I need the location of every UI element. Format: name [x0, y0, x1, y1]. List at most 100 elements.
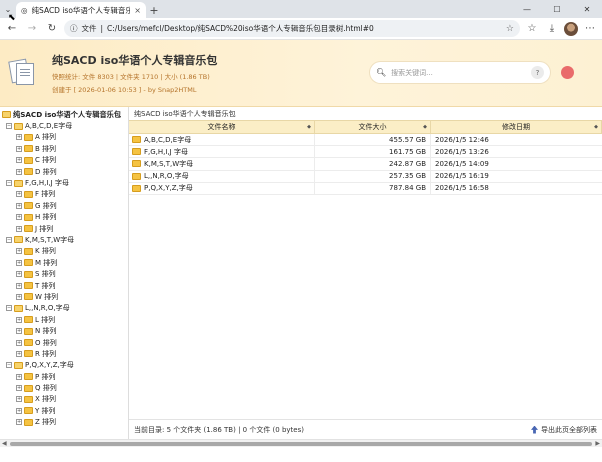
tab-close-icon[interactable]: ×: [134, 6, 141, 15]
collapse-icon[interactable]: −: [6, 362, 12, 369]
tree-item[interactable]: + D 排列: [2, 166, 128, 177]
tree-item[interactable]: + C 排列: [2, 155, 128, 166]
collapse-icon[interactable]: −: [6, 180, 12, 187]
cell-name[interactable]: L,,N,R,O,字母: [129, 170, 315, 182]
expand-icon[interactable]: +: [16, 271, 22, 278]
scroll-right-icon[interactable]: ▶: [595, 440, 600, 447]
search-box[interactable]: 🔍︎ 搜索关键词... ?: [370, 62, 550, 83]
tree-item[interactable]: + K 排列: [2, 246, 128, 257]
tree-item[interactable]: + Z 排列: [2, 417, 128, 428]
browser-toolbar: ← → ↻ ⓘ 文件 | C:/Users/mefcl/Desktop/纯SAC…: [0, 18, 602, 40]
options-button[interactable]: [561, 66, 574, 79]
forward-icon[interactable]: →: [24, 21, 40, 37]
new-tab-button[interactable]: +: [146, 2, 162, 18]
tree-item[interactable]: + H 排列: [2, 212, 128, 223]
expand-icon[interactable]: +: [16, 145, 22, 152]
expand-icon[interactable]: +: [16, 316, 22, 323]
more-icon[interactable]: ⋯: [582, 21, 598, 37]
expand-icon[interactable]: +: [16, 225, 22, 232]
tree-group[interactable]: − K,M,S,T,W字母: [2, 234, 128, 245]
table-row[interactable]: L,,N,R,O,字母 257.35 GB 2026/1/5 16:19: [129, 170, 602, 183]
tree-item[interactable]: + B 排列: [2, 143, 128, 154]
tree-group[interactable]: − F,G,H,I,J 字母: [2, 177, 128, 188]
reload-icon[interactable]: ↻: [44, 21, 60, 37]
breadcrumb[interactable]: 纯SACD iso华语个人专辑音乐包: [129, 107, 602, 120]
cell-size: 257.35 GB: [315, 170, 431, 182]
folder-open-icon: [14, 122, 23, 130]
minimize-button[interactable]: —: [512, 0, 542, 18]
tree-item[interactable]: + M 排列: [2, 257, 128, 268]
tree-item[interactable]: + S 排列: [2, 268, 128, 279]
tree-group[interactable]: − A,B,C,D,E字母: [2, 120, 128, 131]
expand-icon[interactable]: +: [16, 396, 22, 403]
expand-icon[interactable]: +: [16, 339, 22, 346]
browser-tab[interactable]: ◎ 纯SACD iso华语个人专辑音乐包 ×: [16, 2, 146, 18]
folder-icon: [132, 136, 141, 144]
expand-icon[interactable]: +: [16, 328, 22, 335]
scrollbar-thumb[interactable]: [10, 442, 592, 446]
scroll-left-icon[interactable]: ◀: [2, 440, 7, 447]
tree-item[interactable]: + T 排列: [2, 280, 128, 291]
table-row[interactable]: K,M,S,T,W字母 242.87 GB 2026/1/5 14:09: [129, 158, 602, 171]
expand-icon[interactable]: +: [16, 385, 22, 392]
cell-name[interactable]: F,G,H,I,J 字母: [129, 146, 315, 158]
table-row[interactable]: A,B,C,D,E字母 455.57 GB 2026/1/5 12:46: [129, 134, 602, 147]
column-header-date[interactable]: 修改日期 ◆: [431, 121, 602, 133]
expand-icon[interactable]: +: [16, 259, 22, 266]
tree-item[interactable]: + Q 排列: [2, 382, 128, 393]
collections-icon[interactable]: ☆: [524, 21, 540, 37]
table-row[interactable]: F,G,H,I,J 字母 161.75 GB 2026/1/5 13:26: [129, 146, 602, 159]
search-input[interactable]: 搜索关键词...: [391, 68, 526, 78]
folder-icon: [24, 259, 33, 267]
tree-group[interactable]: − P,Q,X,Y,Z,字母: [2, 360, 128, 371]
help-button[interactable]: ?: [531, 66, 544, 79]
tree-item[interactable]: + X 排列: [2, 394, 128, 405]
tree-item[interactable]: + P 排列: [2, 371, 128, 382]
expand-icon[interactable]: +: [16, 202, 22, 209]
expand-icon[interactable]: +: [16, 168, 22, 175]
horizontal-scrollbar[interactable]: ◀ ▶: [0, 439, 602, 447]
expand-icon[interactable]: +: [16, 293, 22, 300]
profile-avatar[interactable]: [564, 21, 578, 36]
tree-group[interactable]: − L,,N,R,O,字母: [2, 303, 128, 314]
star-icon[interactable]: ☆: [506, 24, 514, 34]
tree-item[interactable]: + G 排列: [2, 200, 128, 211]
collapse-icon[interactable]: −: [6, 123, 12, 130]
cell-name[interactable]: K,M,S,T,W字母: [129, 158, 315, 170]
collapse-icon[interactable]: −: [6, 305, 12, 312]
tree-item[interactable]: + A 排列: [2, 132, 128, 143]
tree-item[interactable]: + O 排列: [2, 337, 128, 348]
expand-icon[interactable]: +: [16, 282, 22, 289]
expand-icon[interactable]: +: [16, 407, 22, 414]
expand-icon[interactable]: +: [16, 157, 22, 164]
expand-icon[interactable]: +: [16, 134, 22, 141]
cell-name[interactable]: A,B,C,D,E字母: [129, 134, 315, 146]
info-icon[interactable]: ⓘ: [70, 23, 78, 34]
url-text[interactable]: C:/Users/mefcl/Desktop/纯SACD%20iso华语个人专辑…: [107, 23, 502, 34]
expand-icon[interactable]: +: [16, 419, 22, 426]
column-header-size[interactable]: 文件大小 ◆: [315, 121, 431, 133]
tree-item[interactable]: + R 排列: [2, 348, 128, 359]
download-icon[interactable]: ⤓: [544, 21, 560, 37]
maximize-button[interactable]: ☐: [542, 0, 572, 18]
collapse-icon[interactable]: −: [6, 236, 12, 243]
tree-item[interactable]: + J 排列: [2, 223, 128, 234]
tree-item[interactable]: + Y 排列: [2, 405, 128, 416]
tree-item[interactable]: + L 排列: [2, 314, 128, 325]
tree-item[interactable]: + W 排列: [2, 291, 128, 302]
column-header-name[interactable]: 文件名称 ◆: [129, 121, 315, 133]
table-row[interactable]: P,Q,X,Y,Z,字母 787.84 GB 2026/1/5 16:58: [129, 182, 602, 195]
tree-item-label: D 排列: [35, 167, 57, 176]
address-bar[interactable]: ⓘ 文件 | C:/Users/mefcl/Desktop/纯SACD%20is…: [64, 20, 520, 37]
expand-icon[interactable]: +: [16, 248, 22, 255]
tree-item[interactable]: + N 排列: [2, 325, 128, 336]
expand-icon[interactable]: +: [16, 214, 22, 221]
expand-icon[interactable]: +: [16, 191, 22, 198]
tree-item[interactable]: + F 排列: [2, 189, 128, 200]
cell-name[interactable]: P,Q,X,Y,Z,字母: [129, 182, 315, 194]
close-window-button[interactable]: ✕: [572, 0, 602, 18]
expand-icon[interactable]: +: [16, 350, 22, 357]
tree-root[interactable]: 纯SACD iso华语个人专辑音乐包: [2, 109, 128, 120]
export-link[interactable]: 导出此页全部列表: [531, 425, 597, 435]
expand-icon[interactable]: +: [16, 373, 22, 380]
